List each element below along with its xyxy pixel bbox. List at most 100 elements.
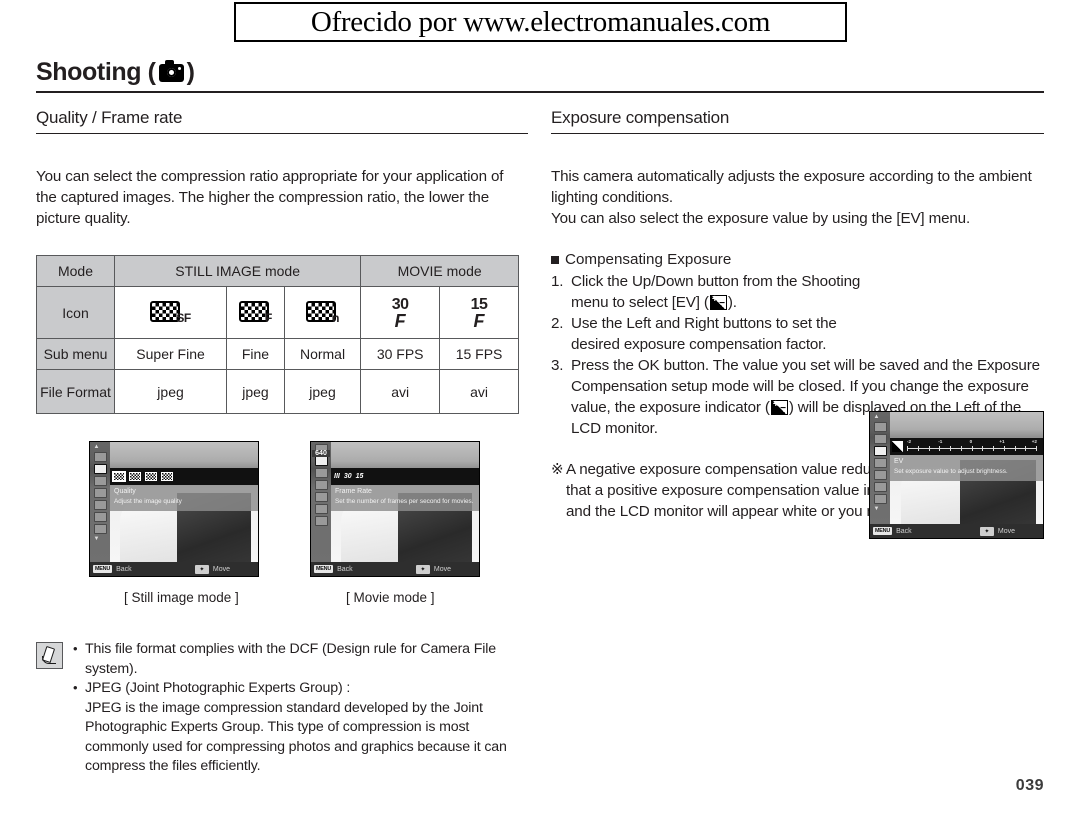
- sidebar-icon-ev: [93, 476, 107, 486]
- page-number: 039: [1015, 777, 1044, 794]
- icon-cell-normal: n: [283, 286, 362, 339]
- list-item: 1. Click the Up/Down button from the Sho…: [551, 271, 861, 313]
- lcd-captions: [ Still image mode ] [ Movie mode ]: [36, 590, 528, 610]
- quality-frame-rate-title: Quality / Frame rate: [36, 108, 528, 134]
- square-bullet-icon: [551, 255, 559, 264]
- sidebar-icon-framerate: [314, 456, 328, 466]
- table-row: Mode STILL IMAGE mode MOVIE mode: [36, 255, 519, 287]
- lcd-movie-mode: 640 III 30 15 Frame Rate Set the number …: [310, 441, 480, 577]
- dpad-icon[interactable]: ✦: [415, 564, 430, 574]
- sidebar-icon-iso: [873, 458, 887, 468]
- note-item-jpeg: JPEG (Joint Photographic Experts Group) …: [73, 678, 528, 699]
- lcd-description-panel: EV Set exposure value to adjust brightne…: [890, 455, 1043, 481]
- option-quality-2-icon[interactable]: [129, 472, 141, 481]
- watermark-banner: Ofrecido por www.electromanuales.com: [234, 2, 847, 42]
- lcd-still-image-mode: ▲ ▼ Quality Adjust the image quality MEN…: [89, 441, 259, 577]
- table-row: Icon SF F n 30 F 15 F: [36, 286, 519, 339]
- option-framerate-1[interactable]: III: [334, 472, 340, 481]
- menu-button-badge[interactable]: MENU: [873, 527, 893, 535]
- back-label: Back: [337, 565, 353, 573]
- option-quality-1-icon[interactable]: [112, 471, 126, 482]
- sidebar-icon-effect: [93, 512, 107, 522]
- sidebar-icon-ev: [873, 446, 887, 456]
- quality-spec-table: Mode STILL IMAGE mode MOVIE mode Icon SF…: [36, 255, 519, 414]
- lcd-bottom-bar: MENU Back ✦ Move: [311, 562, 479, 576]
- dpad-icon[interactable]: ✦: [979, 526, 994, 536]
- lcd-menu-sidebar: ▲ ▼: [870, 412, 890, 538]
- note-item-dcf: This file format complies with the DCF (…: [73, 639, 528, 679]
- sidebar-icon-stabilizer: [314, 504, 328, 514]
- option-quality-4-icon[interactable]: [161, 472, 173, 481]
- camera-icon: [158, 59, 184, 82]
- lcd-screenshot-row: ▲ ▼ Quality Adjust the image quality MEN…: [36, 441, 528, 583]
- compensating-exposure-heading: Compensating Exposure: [551, 251, 1044, 268]
- lcd-bottom-bar: MENU Back ✦ Move: [870, 524, 1043, 538]
- ev-scale[interactable]: -2 -1 0 +1 +2: [907, 438, 1043, 453]
- file-format-5: avi: [439, 369, 519, 414]
- ev-label-minus1: -1: [938, 438, 943, 444]
- lcd-menu-description: Set exposure value to adjust brightness.: [894, 468, 1008, 475]
- lcd-menu-title: EV: [894, 458, 904, 465]
- ev-label-zero: 0: [969, 438, 973, 444]
- file-format-4: avi: [360, 369, 441, 414]
- chevron-down-icon: ▼: [873, 506, 880, 512]
- sidebar-icon-quality: [93, 464, 107, 474]
- pencil-note-icon: [36, 642, 63, 669]
- sidebar-icon-whitebalance: [873, 470, 887, 480]
- step-number: 1.: [551, 273, 564, 290]
- note-body: This file format complies with the DCF (…: [73, 639, 528, 777]
- sidebar-icon-whitebalance: [93, 500, 107, 510]
- lcd-ev-menu: ▲ ▼ -2 -1 0 +1 +2 EV Set exposure value …: [869, 411, 1044, 539]
- lcd-top-strip: [110, 442, 258, 468]
- exposure-intro-2: You can also select the exposure value b…: [551, 210, 971, 227]
- lcd-menu-description: Adjust the image quality: [114, 498, 182, 505]
- page-title-close: ): [186, 58, 195, 86]
- option-quality-3-icon[interactable]: [145, 472, 157, 481]
- row-label-icon: Icon: [36, 286, 115, 339]
- sidebar-icon-whitebalance: [314, 480, 328, 490]
- move-label: Move: [212, 565, 230, 573]
- menu-button-badge[interactable]: MENU: [93, 565, 113, 573]
- row-label-mode: Mode: [36, 255, 115, 287]
- sub-menu-fine: Fine: [226, 338, 285, 370]
- star-mark-icon: ※: [551, 461, 564, 478]
- lcd-description-panel: Quality Adjust the image quality: [110, 485, 258, 511]
- option-framerate-3[interactable]: 15: [356, 472, 364, 481]
- caption-movie-mode: [ Movie mode ]: [346, 590, 435, 605]
- ev-icon: [770, 398, 788, 416]
- row-label-file-format: File Format: [36, 369, 115, 414]
- note-continuation: JPEG is the image compression standard d…: [85, 699, 507, 775]
- step-text: Use the Left and Right buttons to set th…: [571, 315, 837, 353]
- lcd-menu-title: Quality: [114, 488, 136, 495]
- sub-menu-30fps: 30 FPS: [360, 338, 441, 370]
- option-framerate-2[interactable]: 30: [344, 472, 352, 481]
- file-format-3: jpeg: [283, 369, 362, 414]
- back-label: Back: [896, 527, 912, 535]
- exposure-intro-1: This camera automatically adjusts the ex…: [551, 168, 1032, 206]
- lcd-bottom-bar: MENU Back ✦ Move: [90, 562, 258, 576]
- chevron-up-icon: ▲: [873, 414, 880, 420]
- ev-scale-ticks: [907, 445, 1037, 451]
- fps-15-icon: 15 F: [470, 295, 488, 331]
- right-column: Exposure compensation This camera automa…: [551, 108, 1044, 539]
- quality-fine-icon: F: [239, 300, 272, 325]
- lcd-ev-slider[interactable]: -2 -1 0 +1 +2: [890, 438, 1043, 455]
- step-number: 2.: [551, 315, 564, 332]
- dpad-icon[interactable]: ✦: [194, 564, 209, 574]
- file-format-1: jpeg: [113, 369, 228, 414]
- sidebar-icon-size: [873, 422, 887, 432]
- icon-cell-super-fine: SF: [113, 286, 228, 339]
- lcd-menu-sidebar: [311, 442, 331, 576]
- lcd-quality-options: [110, 468, 258, 485]
- watermark-text: Ofrecido por www.electromanuales.com: [310, 5, 771, 38]
- table-row: File Format jpeg jpeg jpeg avi avi: [36, 369, 519, 414]
- chevron-up-icon: ▲: [93, 444, 100, 450]
- lcd-framerate-options: III 30 15: [331, 468, 479, 485]
- lcd-menu-description: Set the number of frames per second for …: [335, 498, 474, 505]
- note-block: This file format complies with the DCF (…: [36, 639, 528, 777]
- move-label: Move: [997, 527, 1015, 535]
- ev-icon: [709, 293, 727, 311]
- icon-cell-fine: F: [226, 286, 285, 339]
- table-row: Sub menu Super Fine Fine Normal 30 FPS 1…: [36, 338, 519, 370]
- menu-button-badge[interactable]: MENU: [314, 565, 334, 573]
